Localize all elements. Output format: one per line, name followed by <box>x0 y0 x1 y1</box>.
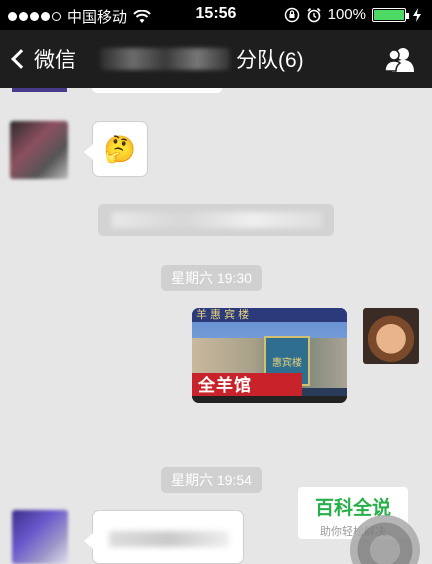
chat-title: 分队(6) <box>100 44 340 74</box>
battery-percent: 100% <box>327 6 366 23</box>
avatar-partial[interactable] <box>12 88 67 92</box>
chat-title-suffix: 分队(6) <box>236 49 304 72</box>
thinking-emoji: 🤔 <box>103 133 137 164</box>
back-label: 微信 <box>34 49 76 72</box>
system-message-redacted <box>98 204 334 236</box>
rotation-lock-icon <box>284 7 299 22</box>
status-bar: 中国移动 15:56 100% <box>0 0 432 30</box>
chevron-left-icon <box>11 49 31 69</box>
photo-ground <box>192 396 347 403</box>
alarm-icon <box>307 7 321 22</box>
avatar-self[interactable] <box>363 308 419 364</box>
back-button[interactable]: 微信 <box>10 44 76 74</box>
redacted-title-block <box>100 48 230 70</box>
nav-bar: 微信 分队(6) <box>0 30 432 88</box>
group-contacts-icon[interactable] <box>384 46 416 72</box>
photo-red-sign-text: 全羊馆 <box>192 373 302 398</box>
timestamp-chip: 星期六 19:30 <box>161 265 262 291</box>
timestamp-chip: 星期六 19:54 <box>161 467 262 493</box>
image-message[interactable]: 羊 惠 宾 楼 惠宾楼 全羊馆 <box>192 308 347 403</box>
redacted-text <box>109 531 229 547</box>
emoji-message-bubble[interactable]: 🤔 <box>84 121 148 177</box>
avatar-redacted[interactable] <box>12 510 68 564</box>
message-bubble-redacted[interactable] <box>84 510 244 564</box>
charging-icon <box>413 7 421 22</box>
status-right: 100% <box>284 6 422 23</box>
avatar-redacted[interactable] <box>10 121 68 179</box>
message-bubble-partial[interactable] <box>92 88 222 93</box>
battery-icon <box>372 7 409 22</box>
photo-banner-text: 羊 惠 宾 楼 <box>192 308 347 322</box>
redacted-text <box>112 212 322 228</box>
